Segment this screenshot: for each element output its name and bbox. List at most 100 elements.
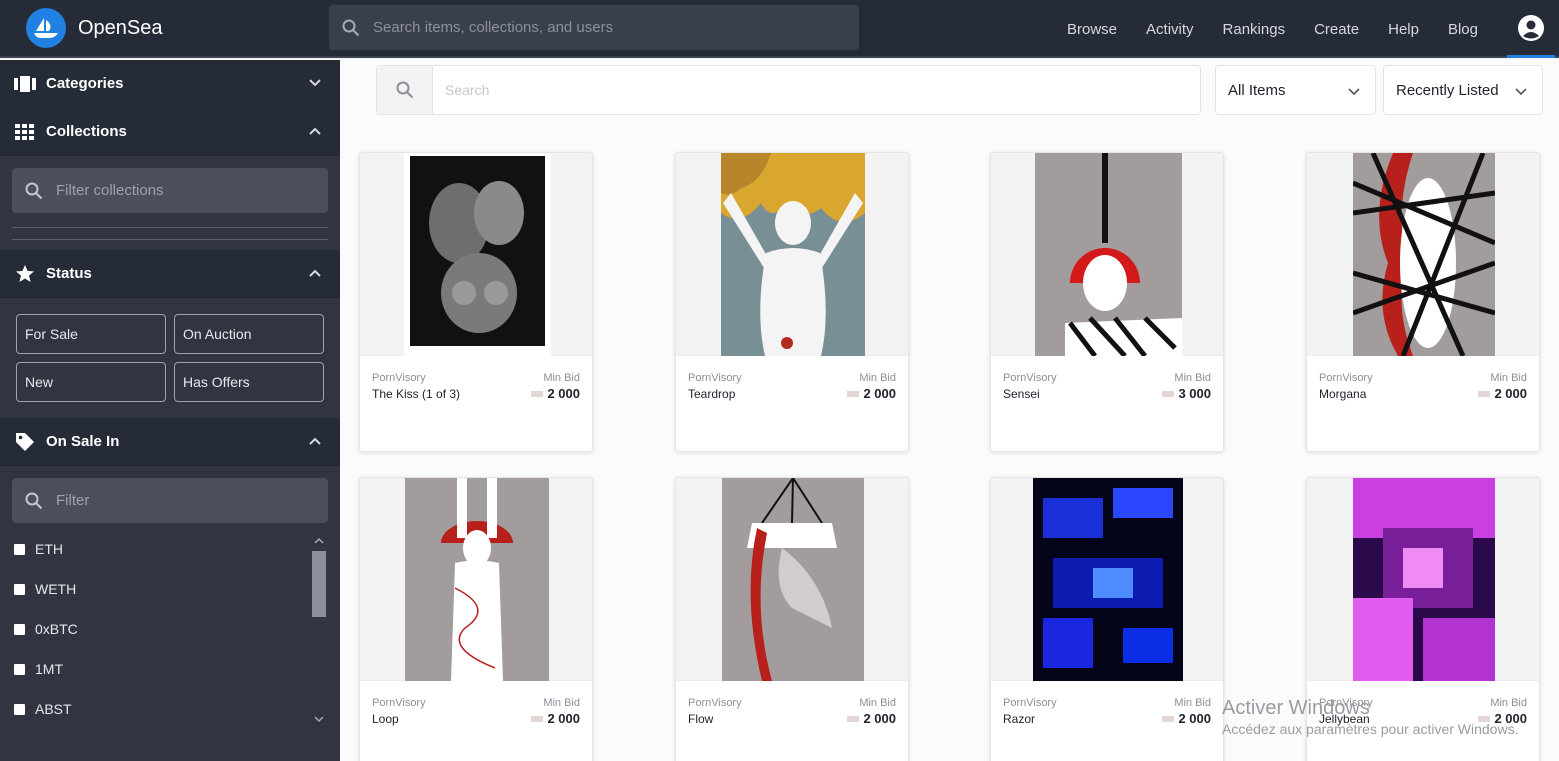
bid-label: Min Bid [543, 372, 580, 384]
token-option-weth[interactable]: WETH [0, 569, 340, 609]
collections-filter [12, 168, 328, 213]
nav-create[interactable]: Create [1314, 21, 1359, 38]
checkbox[interactable] [14, 663, 25, 675]
token-option-1mt[interactable]: 1MT [0, 649, 340, 689]
asset-name[interactable]: The Kiss (1 of 3) [372, 387, 460, 401]
status-on-auction-button[interactable]: On Auction [174, 314, 324, 354]
logo-link[interactable]: OpenSea [26, 8, 163, 48]
main-content: All Items Recently Listed PornVisory The… [340, 60, 1559, 761]
status-label: Status [46, 265, 92, 282]
asset-card[interactable]: PornVisory Morgana Min Bid 2 000 [1306, 152, 1540, 452]
collections-header[interactable]: Collections [0, 108, 340, 156]
price: 2 000 [847, 386, 896, 401]
asset-name[interactable]: Loop [372, 712, 399, 726]
asset-card[interactable]: PornVisory Loop Min Bid 2 000 [359, 477, 593, 761]
artwork-image [722, 478, 864, 681]
token-icon [847, 715, 860, 722]
nav-activity[interactable]: Activity [1146, 21, 1194, 38]
artwork-image [721, 153, 865, 356]
status-new-button[interactable]: New [16, 362, 166, 402]
items-type-select[interactable]: All Items [1215, 65, 1376, 115]
asset-image [991, 478, 1223, 681]
token-option-eth[interactable]: ETH [0, 529, 340, 569]
artwork-image [403, 153, 551, 356]
categories-icon [14, 73, 36, 95]
price: 2 000 [531, 386, 580, 401]
status-header[interactable]: Status [0, 250, 340, 298]
token-label: WETH [35, 581, 77, 597]
collections-filter-input[interactable] [56, 182, 306, 199]
on-sale-in-header[interactable]: On Sale In [0, 418, 340, 466]
token-icon [847, 390, 860, 397]
price: 2 000 [1162, 711, 1211, 726]
asset-name[interactable]: Morgana [1319, 387, 1366, 401]
checkbox[interactable] [14, 583, 25, 595]
asset-card[interactable]: PornVisory Flow Min Bid 2 000 [675, 477, 909, 761]
asset-card[interactable]: PornVisory Teardrop Min Bid 2 000 [675, 152, 909, 452]
categories-header[interactable]: Categories [0, 60, 340, 108]
top-navbar: OpenSea Browse Activity Rankings Create … [0, 0, 1559, 58]
token-option-abst[interactable]: ABST [0, 689, 340, 729]
price-value: 3 000 [1178, 386, 1211, 401]
status-for-sale-button[interactable]: For Sale [16, 314, 166, 354]
asset-image [1307, 153, 1539, 356]
status-has-offers-button[interactable]: Has Offers [174, 362, 324, 402]
asset-name[interactable]: Razor [1003, 712, 1035, 726]
price-value: 2 000 [1178, 711, 1211, 726]
nav-blog[interactable]: Blog [1448, 21, 1478, 38]
collection-name[interactable]: PornVisory [688, 372, 742, 384]
global-search-input[interactable] [373, 19, 833, 36]
artwork-image [1353, 153, 1495, 356]
asset-image [676, 153, 908, 356]
scrollbar-thumb[interactable] [312, 551, 326, 617]
account-button[interactable] [1507, 0, 1555, 58]
checkbox[interactable] [14, 703, 25, 715]
asset-image [360, 153, 592, 356]
asset-card[interactable]: PornVisory Sensei Min Bid 3 000 [990, 152, 1224, 452]
collection-name[interactable]: PornVisory [688, 697, 742, 709]
asset-name[interactable]: Sensei [1003, 387, 1040, 401]
bid-label: Min Bid [1174, 697, 1211, 709]
artwork-image [1033, 478, 1183, 681]
items-search-input[interactable] [445, 82, 1145, 98]
asset-card[interactable]: PornVisory Razor Min Bid 2 000 [990, 477, 1224, 761]
token-icon [1478, 390, 1491, 397]
token-option-0xbtc[interactable]: 0xBTC [0, 609, 340, 649]
collection-name[interactable]: PornVisory [1003, 372, 1057, 384]
bid-label: Min Bid [1174, 372, 1211, 384]
collection-name[interactable]: PornVisory [372, 372, 426, 384]
bid-label: Min Bid [859, 372, 896, 384]
search-icon [329, 19, 373, 37]
collection-name[interactable]: PornVisory [372, 697, 426, 709]
checkbox[interactable] [14, 543, 25, 555]
nav-browse[interactable]: Browse [1067, 21, 1117, 38]
search-icon [12, 182, 56, 200]
watermark-subtitle: Accédez aux paramètres pour activer Wind… [1222, 721, 1519, 737]
price-value: 2 000 [547, 386, 580, 401]
collection-name[interactable]: PornVisory [1003, 697, 1057, 709]
sort-select[interactable]: Recently Listed [1383, 65, 1543, 115]
asset-image [360, 478, 592, 681]
price-value: 2 000 [863, 711, 896, 726]
chevron-down-icon [1348, 88, 1360, 96]
token-list: ETH WETH 0xBTC 1MT ABST [0, 529, 340, 729]
checkbox[interactable] [14, 623, 25, 635]
token-label: 0xBTC [35, 621, 78, 637]
asset-card[interactable]: PornVisory The Kiss (1 of 3) Min Bid 2 0… [359, 152, 593, 452]
search-icon [12, 492, 56, 510]
asset-name[interactable]: Flow [688, 712, 713, 726]
main-nav: Browse Activity Rankings Create Help Blo… [1067, 0, 1559, 58]
nav-rankings[interactable]: Rankings [1223, 21, 1286, 38]
price: 2 000 [1478, 386, 1527, 401]
token-label: ABST [35, 701, 72, 717]
collection-name[interactable]: PornVisory [1319, 372, 1373, 384]
token-filter-input[interactable] [56, 492, 306, 509]
asset-name[interactable]: Teardrop [688, 387, 735, 401]
chevron-up-icon [309, 127, 321, 135]
watermark-title: Activer Windows [1222, 697, 1370, 719]
nav-help[interactable]: Help [1388, 21, 1419, 38]
opensea-logo-icon [26, 8, 66, 48]
